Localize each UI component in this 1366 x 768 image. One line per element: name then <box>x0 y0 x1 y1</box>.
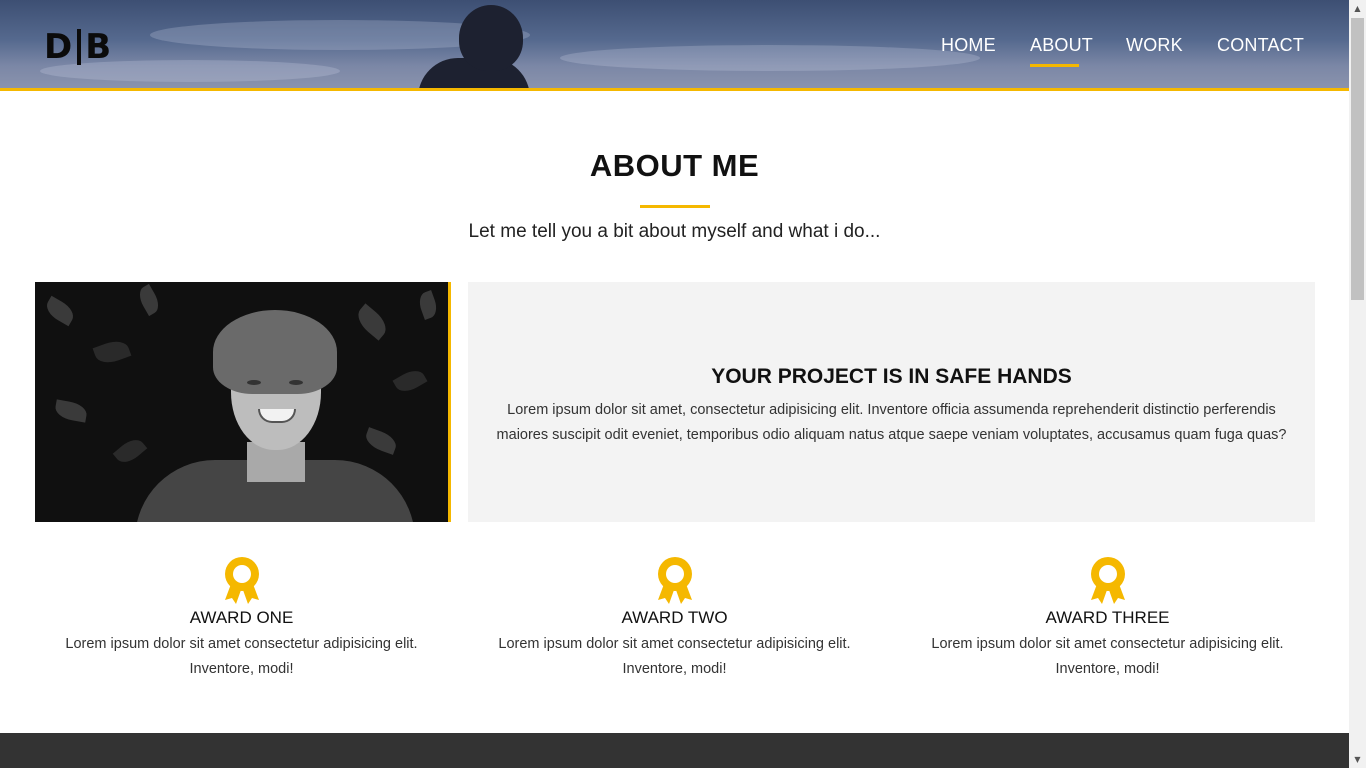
site-header: D B HOME ABOUT WORK CONTACT <box>0 0 1349 91</box>
award-item: AWARD ONE Lorem ipsum dolor sit amet con… <box>35 556 448 682</box>
about-subtitle: Let me tell you a bit about myself and w… <box>468 221 881 242</box>
award-title: AWARD TWO <box>621 608 728 627</box>
photo-leaf <box>352 303 392 341</box>
nav-contact[interactable]: CONTACT <box>1217 35 1304 56</box>
panel-text: Lorem ipsum dolor sit amet, consectetur … <box>496 402 1287 443</box>
award-title: AWARD ONE <box>189 608 294 627</box>
photo-hair <box>213 310 337 394</box>
photo-leaf <box>53 399 89 423</box>
scroll-up-arrow-icon[interactable]: ▲ <box>1349 0 1366 17</box>
photo-leaf <box>92 336 132 368</box>
logo-divider <box>77 29 82 65</box>
photo-leaf <box>392 365 428 397</box>
photo-leaf <box>112 434 148 468</box>
logo-letter-b: B <box>85 27 113 67</box>
nav-about[interactable]: ABOUT <box>1030 35 1093 56</box>
photo-leaf <box>362 427 400 455</box>
nav-work[interactable]: WORK <box>1126 35 1183 56</box>
nav-home[interactable]: HOME <box>941 35 996 56</box>
about-title: ABOUT ME <box>589 148 760 183</box>
award-item: AWARD THREE Lorem ipsum dolor sit amet c… <box>901 556 1314 682</box>
scroll-down-arrow-icon[interactable]: ▼ <box>1349 751 1366 768</box>
header-person-head <box>459 5 523 71</box>
sky-cloud <box>560 45 980 71</box>
award-text: Lorem ipsum dolor sit amet consectetur a… <box>498 636 851 677</box>
award-item: AWARD TWO Lorem ipsum dolor sit amet con… <box>468 556 881 682</box>
photo-leaf <box>416 290 440 320</box>
site-footer <box>0 733 1349 768</box>
title-divider <box>640 205 710 208</box>
photo-eye <box>289 380 303 385</box>
panel-title: YOUR PROJECT IS IN SAFE HANDS <box>711 365 1072 388</box>
photo-accent-border <box>448 282 451 522</box>
logo-letter-d: D <box>44 27 74 67</box>
info-panel: YOUR PROJECT IS IN SAFE HANDS Lorem ipsu… <box>468 282 1315 522</box>
nav-active-indicator <box>1030 64 1079 67</box>
award-ribbon-icon <box>657 557 692 604</box>
photo-leaf <box>42 295 78 327</box>
award-text: Lorem ipsum dolor sit amet consectetur a… <box>65 636 418 677</box>
page-scrollbar[interactable]: ▲ ▼ <box>1349 0 1366 768</box>
award-ribbon-icon <box>224 557 259 604</box>
award-ribbon-icon <box>1090 557 1125 604</box>
photo-eye <box>247 380 261 385</box>
scrollbar-thumb[interactable] <box>1351 18 1364 300</box>
photo-leaf <box>135 283 163 317</box>
award-title: AWARD THREE <box>1045 608 1170 627</box>
profile-photo <box>35 282 448 522</box>
site-logo[interactable]: D B <box>44 27 113 67</box>
award-text: Lorem ipsum dolor sit amet consectetur a… <box>931 636 1284 677</box>
